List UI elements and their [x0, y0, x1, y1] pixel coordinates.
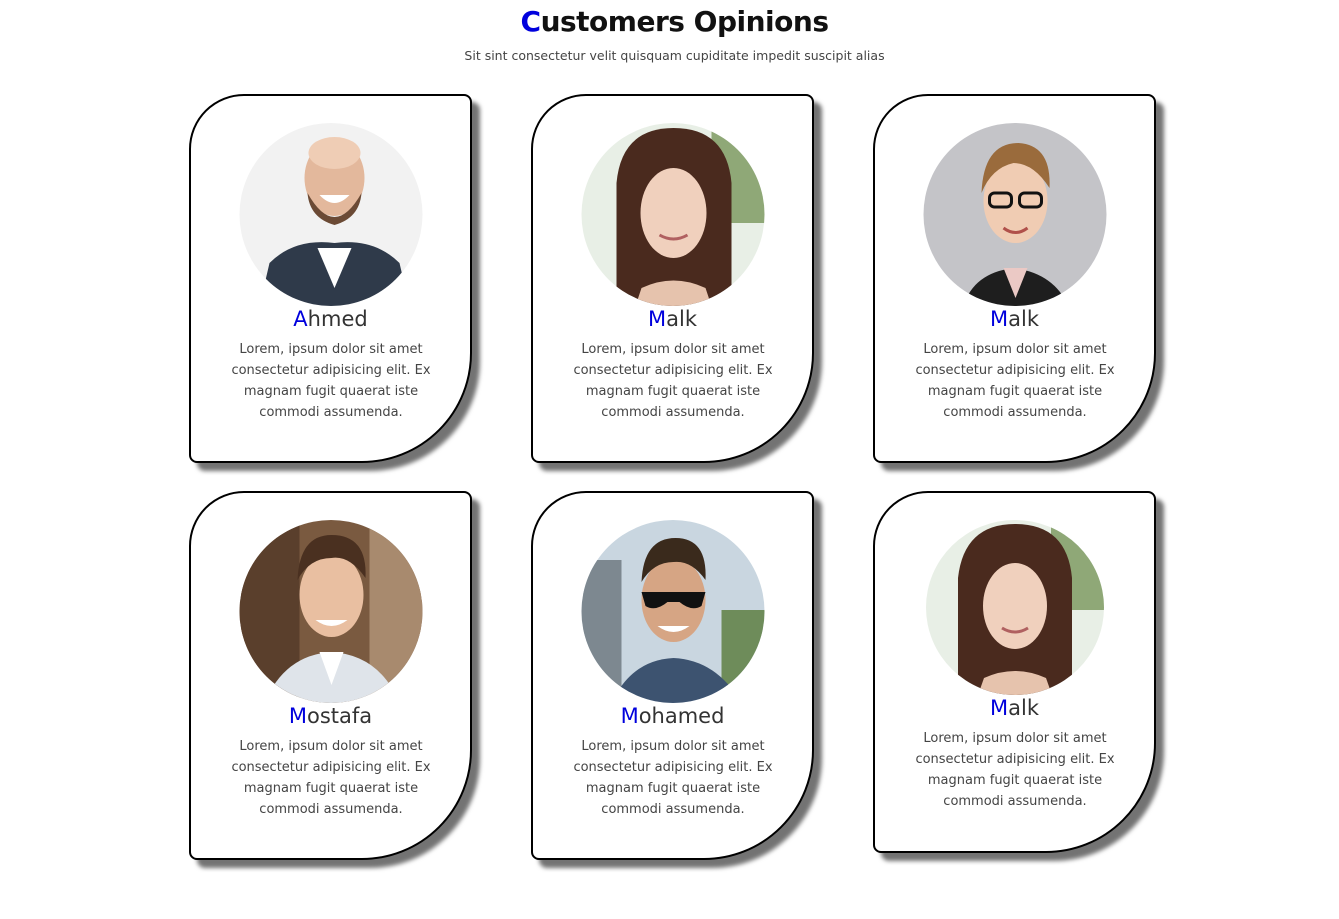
- testimonial-text: Lorem, ipsum dolor sit amet consectetur …: [915, 731, 1115, 809]
- testimonial-card: Mohamed Lorem, ipsum dolor sit amet cons…: [531, 491, 814, 860]
- customer-name: Malk: [875, 306, 1154, 332]
- customer-name: Ahmed: [191, 306, 470, 332]
- avatar: [239, 520, 422, 703]
- name-rest: ohamed: [638, 704, 725, 728]
- customer-name: Mostafa: [191, 703, 470, 729]
- page: Customers Opinions Sit sint consectetur …: [0, 0, 1339, 919]
- testimonial-card: Mostafa Lorem, ipsum dolor sit amet cons…: [189, 491, 472, 860]
- testimonial-card: Malk Lorem, ipsum dolor sit amet consect…: [873, 94, 1156, 463]
- name-rest: alk: [1008, 696, 1039, 720]
- name-initial: M: [990, 307, 1009, 331]
- bald-laughing-man-photo: [239, 123, 422, 306]
- testimonial-text: Lorem, ipsum dolor sit amet consectetur …: [231, 342, 431, 420]
- avatar: [581, 123, 764, 306]
- man-with-sunglasses-photo: [581, 520, 764, 703]
- testimonial-grid: Ahmed Lorem, ipsum dolor sit amet consec…: [189, 94, 1160, 860]
- testimonial-text: Lorem, ipsum dolor sit amet consectetur …: [573, 342, 773, 420]
- name-initial: M: [648, 307, 667, 331]
- title-rest: ustomers Opinions: [540, 5, 829, 38]
- testimonial-card: Ahmed Lorem, ipsum dolor sit amet consec…: [189, 94, 472, 463]
- testimonial-card: Malk Lorem, ipsum dolor sit amet consect…: [873, 491, 1156, 853]
- avatar: [923, 123, 1106, 306]
- customer-name: Malk: [533, 306, 812, 332]
- title-initial: C: [520, 5, 542, 38]
- name-rest: alk: [666, 307, 697, 331]
- name-initial: A: [293, 307, 308, 331]
- name-rest: ostafa: [306, 704, 373, 728]
- avatar: [925, 520, 1104, 695]
- smiling-woman-photo: [581, 123, 764, 306]
- smiling-woman-photo: [925, 520, 1104, 695]
- name-initial: M: [288, 704, 307, 728]
- name-initial: M: [990, 696, 1009, 720]
- avatar: [239, 123, 422, 306]
- woman-with-glasses-photo: [923, 123, 1106, 306]
- testimonial-card: Malk Lorem, ipsum dolor sit amet consect…: [531, 94, 814, 463]
- avatar: [581, 520, 764, 703]
- name-rest: alk: [1008, 307, 1039, 331]
- testimonial-text: Lorem, ipsum dolor sit amet consectetur …: [231, 739, 431, 817]
- customer-name: Malk: [875, 695, 1154, 721]
- young-man-smiling-photo: [239, 520, 422, 703]
- section-subtitle: Sit sint consectetur velit quisquam cupi…: [464, 48, 885, 63]
- testimonial-text: Lorem, ipsum dolor sit amet consectetur …: [573, 739, 773, 817]
- name-rest: hmed: [307, 307, 368, 331]
- section-title: Customers Opinions: [0, 4, 1339, 40]
- testimonial-text: Lorem, ipsum dolor sit amet consectetur …: [915, 342, 1115, 420]
- name-initial: M: [620, 704, 639, 728]
- customer-name: Mohamed: [533, 703, 812, 729]
